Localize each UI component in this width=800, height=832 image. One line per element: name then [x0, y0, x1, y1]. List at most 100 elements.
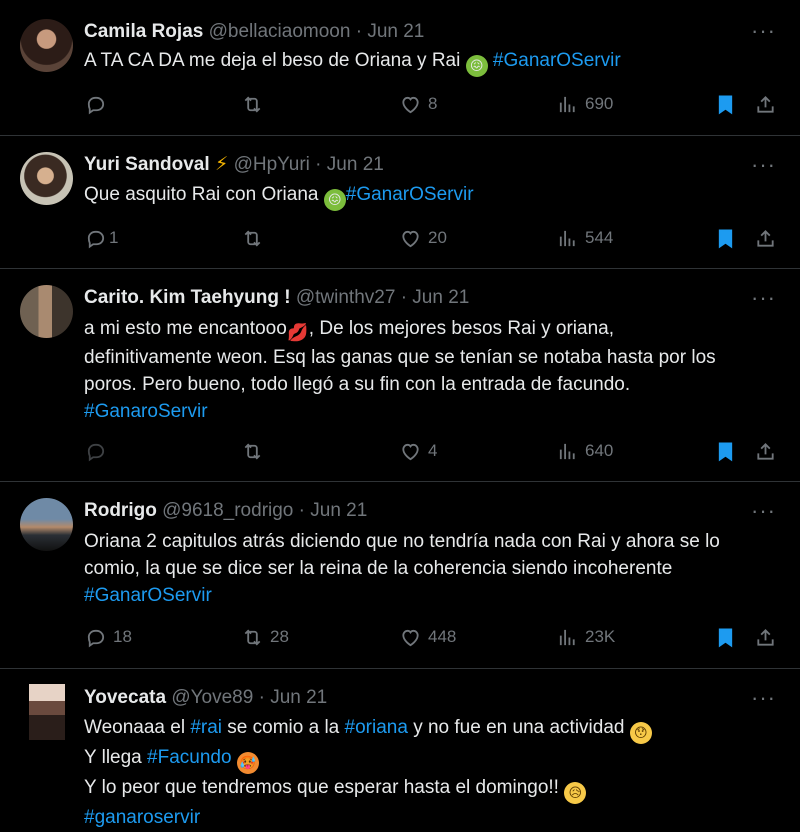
avatar[interactable] — [20, 152, 73, 205]
hot-face-icon: 🥵 — [236, 752, 259, 774]
hashtag-link[interactable]: #GanarOServir — [84, 585, 212, 606]
views-icon — [556, 440, 579, 463]
bookmark-button[interactable] — [714, 225, 737, 251]
handle[interactable]: @HpYuri — [234, 154, 310, 175]
avatar[interactable] — [20, 498, 73, 551]
retweet-button[interactable] — [241, 438, 270, 464]
bookmark-button[interactable] — [714, 438, 737, 464]
retweet-icon — [241, 440, 264, 463]
timestamp[interactable]: Jun 21 — [367, 21, 424, 42]
handle[interactable]: @twinthv27 — [296, 287, 396, 308]
bookmark-icon — [714, 626, 737, 649]
tweet[interactable]: Rodrigo @9618_rodrigo · Jun 21 ··· Orian… — [0, 482, 800, 668]
views-button[interactable]: 690 — [556, 91, 613, 117]
views-icon — [556, 626, 579, 649]
reply-icon — [84, 93, 107, 116]
separator-dot: · — [315, 154, 322, 175]
text-line: a mi esto me encantooo💋, De los mejores … — [84, 315, 784, 344]
handle[interactable]: @bellaciaomoon — [209, 21, 351, 42]
timestamp[interactable]: Jun 21 — [310, 500, 367, 521]
display-name[interactable]: Yuri Sandoval — [84, 154, 210, 175]
share-button[interactable] — [754, 91, 777, 117]
like-button[interactable]: 20 — [399, 225, 447, 251]
bookmark-icon — [714, 93, 737, 116]
handle[interactable]: @Yove89 — [171, 687, 253, 708]
retweet-button[interactable] — [241, 225, 270, 251]
timestamp[interactable]: Jun 21 — [327, 154, 384, 175]
reply-button[interactable] — [84, 438, 113, 464]
like-button[interactable]: 8 — [399, 91, 437, 117]
reply-button[interactable]: 1 — [84, 225, 118, 251]
text-segment: Y llega — [84, 747, 148, 768]
hashtag-link[interactable]: #oriana — [345, 717, 408, 738]
display-name[interactable]: Rodrigo — [84, 500, 157, 521]
tweet[interactable]: Yuri Sandoval ⚡ @HpYuri · Jun 21 ··· Que… — [0, 136, 800, 268]
tweet[interactable]: Camila Rojas @bellaciaomoon · Jun 21 ···… — [0, 0, 800, 135]
timestamp[interactable]: Jun 21 — [270, 687, 327, 708]
display-name[interactable]: Camila Rojas — [84, 21, 203, 42]
views-button[interactable]: 544 — [556, 225, 613, 251]
action-bar: 18 28 448 23K — [84, 624, 784, 650]
tweet[interactable]: Carito. Kim Taehyung ! @twinthv27 · Jun … — [0, 269, 800, 481]
hashtag-link[interactable]: #GanaroServir — [84, 401, 208, 422]
views-button[interactable]: 23K — [556, 624, 615, 650]
text-segment: y no fue en una actividad — [407, 717, 625, 738]
tweet-text: A TA CA DA me deja el beso de Oriana y R… — [84, 47, 784, 77]
hashtag-link[interactable]: #rai — [190, 717, 222, 738]
share-button[interactable] — [754, 438, 777, 464]
handle[interactable]: @9618_rodrigo — [162, 500, 293, 521]
hashtag-link[interactable]: #Facundo — [147, 747, 232, 768]
avatar[interactable] — [20, 19, 73, 72]
retweet-icon — [241, 93, 264, 116]
more-options-icon[interactable]: ··· — [751, 20, 776, 42]
reply-count: 18 — [113, 627, 132, 646]
views-icon — [556, 93, 579, 116]
text-segment: A TA CA DA me deja el beso de Oriana y R… — [84, 50, 461, 71]
reply-icon — [84, 440, 107, 463]
text-line: Y llega #Facundo 🥵 — [84, 744, 784, 774]
hashtag-link[interactable]: #ganaroservir — [84, 807, 200, 828]
views-count: 544 — [585, 228, 614, 247]
retweet-button[interactable]: 28 — [241, 624, 289, 650]
reply-button[interactable] — [84, 91, 113, 117]
like-button[interactable]: 448 — [399, 624, 456, 650]
share-icon — [754, 626, 777, 649]
text-segment: Weonaaa el — [84, 717, 191, 738]
like-button[interactable]: 4 — [399, 438, 437, 464]
separator-dot: · — [298, 500, 305, 521]
like-count: 448 — [428, 627, 457, 646]
retweet-icon — [241, 227, 264, 250]
display-name[interactable]: Yovecata — [84, 687, 166, 708]
text-segment: , De los mejores besos Rai y oriana, — [308, 318, 614, 339]
share-button[interactable] — [754, 225, 777, 251]
retweet-count: 28 — [270, 627, 289, 646]
avatar[interactable] — [20, 285, 73, 338]
views-count: 690 — [585, 94, 614, 113]
hashtag-link[interactable]: #GanarOServir — [493, 50, 621, 71]
tweet-header: Yovecata @Yove89 · Jun 21 — [84, 686, 327, 710]
tweet[interactable]: Yovecata @Yove89 · Jun 21 ··· Weonaaa el… — [0, 669, 800, 828]
like-icon — [399, 440, 422, 463]
more-options-icon[interactable]: ··· — [751, 287, 776, 309]
like-icon — [399, 626, 422, 649]
reply-button[interactable]: 18 — [84, 624, 132, 650]
display-name[interactable]: Carito. Kim Taehyung ! — [84, 287, 291, 308]
more-options-icon[interactable]: ··· — [751, 687, 776, 709]
timestamp[interactable]: Jun 21 — [412, 287, 469, 308]
like-icon — [399, 227, 422, 250]
share-icon — [754, 440, 777, 463]
kiss-mark-icon: 💋 — [287, 323, 309, 342]
more-options-icon[interactable]: ··· — [751, 500, 776, 522]
like-count: 20 — [428, 228, 447, 247]
reply-icon — [84, 227, 107, 250]
bookmark-icon — [714, 440, 737, 463]
avatar[interactable] — [29, 684, 65, 740]
bookmark-button[interactable] — [714, 91, 737, 117]
like-count: 8 — [428, 94, 438, 113]
share-button[interactable] — [754, 624, 777, 650]
more-options-icon[interactable]: ··· — [751, 154, 776, 176]
views-button[interactable]: 640 — [556, 438, 613, 464]
hashtag-link[interactable]: #GanarOServir — [346, 184, 474, 205]
retweet-button[interactable] — [241, 91, 270, 117]
bookmark-button[interactable] — [714, 624, 737, 650]
